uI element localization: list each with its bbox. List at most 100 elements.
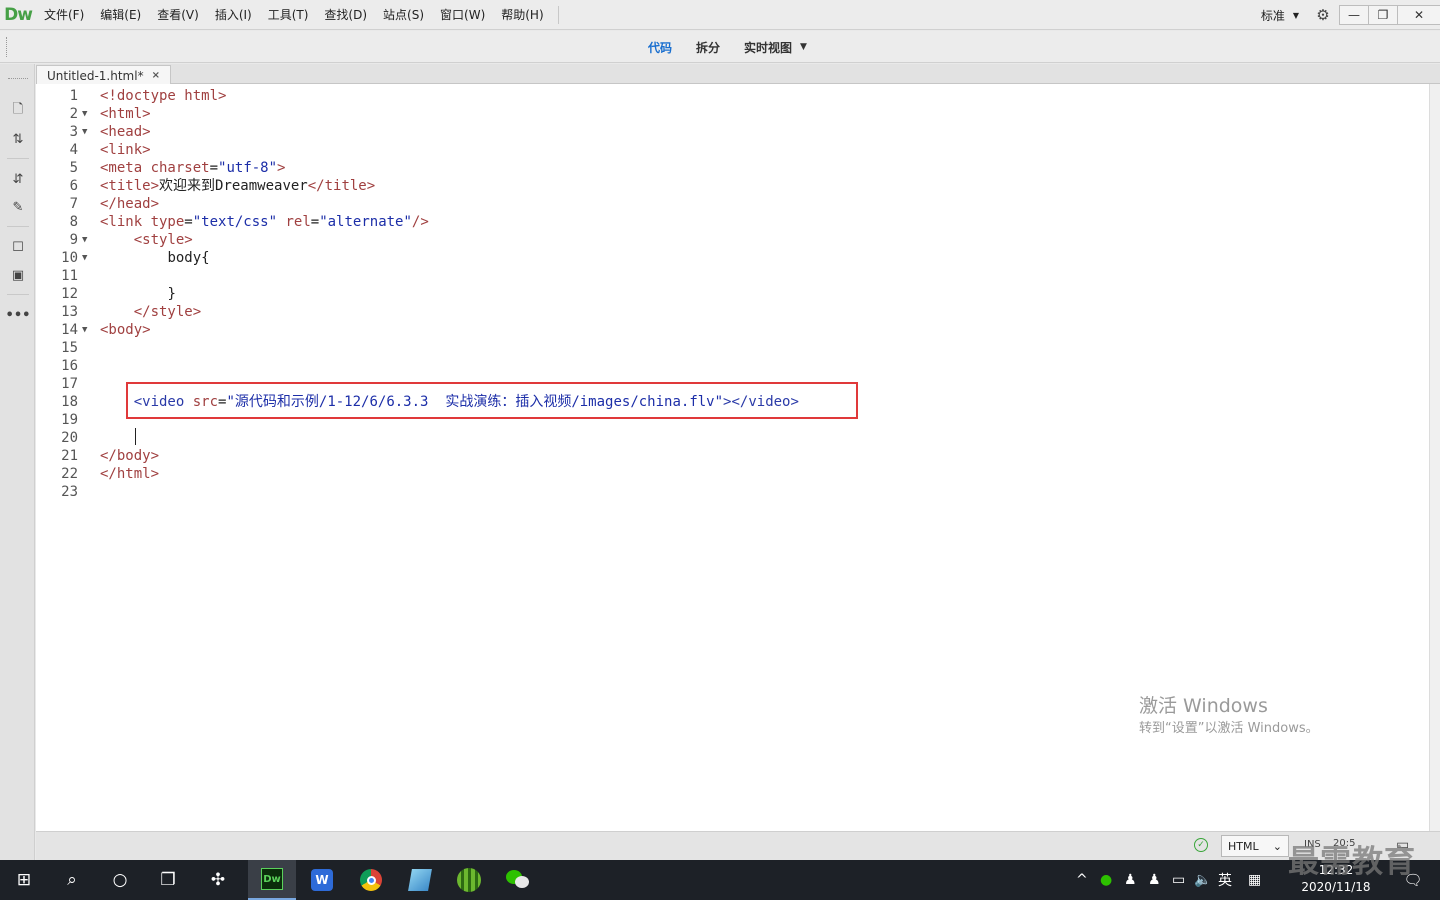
fold-toggle-icon[interactable]: ▼ [82,321,87,339]
code-line[interactable]: 9 ▼ <style> [36,231,1429,249]
menu-help[interactable]: 帮助(H) [493,0,551,30]
code-line[interactable]: 18 <video src="源代码和示例/1-12/6/6.3.3 实战演练：… [36,393,1429,411]
code-line[interactable]: 12 } [36,285,1429,303]
code-line[interactable]: 16 [36,357,1429,375]
code-line[interactable]: 7 </head> [36,195,1429,213]
qq-tray-icon[interactable]: ♟ [1124,860,1137,900]
code-line[interactable]: 5 <meta charset="utf-8"> [36,159,1429,177]
menu-tools[interactable]: 工具(T) [260,0,317,30]
fold-toggle-icon[interactable]: ▼ [82,231,87,249]
menu-right: 标准 ▼ ⚙ — ❐ ✕ [1253,0,1440,30]
code-token-plain: = [184,214,193,230]
remove-comment-icon[interactable]: ▣ [6,264,30,286]
notepad-taskbar-icon[interactable] [396,860,444,900]
menu-view[interactable]: 查看(V) [149,0,207,30]
document-tab[interactable]: Untitled-1.html* × [36,65,171,85]
code-token-tag: <title> [100,178,160,194]
code-line[interactable]: 17 [36,375,1429,393]
menu-find[interactable]: 查找(D) [316,0,375,30]
code-token-tag: </html> [100,466,160,482]
tray-overflow-icon[interactable]: ^ [1076,860,1088,900]
split-view-button[interactable]: 拆分 [684,39,732,56]
line-number: 23 [61,484,78,500]
line-number: 14 [61,322,78,338]
code-line[interactable]: 22 </html> [36,465,1429,483]
code-token-plain: = [310,214,320,230]
line-number: 19 [61,412,78,428]
line-number: 4 [69,142,78,158]
document-type-select[interactable]: HTML ⌄ [1221,835,1289,857]
code-line[interactable]: 2 ▼ <html> [36,105,1429,123]
code-line[interactable]: 20 [36,429,1429,447]
line-number: 3 [69,124,78,140]
code-text: <link> [100,141,151,159]
code-line[interactable]: 8 <link type="text/css" rel="alternate"/> [36,213,1429,231]
minimize-button[interactable]: — [1339,5,1369,25]
vertical-scrollbar[interactable] [1429,84,1440,831]
code-line[interactable]: 11 [36,267,1429,285]
code-text: </html> [100,465,159,483]
chrome-taskbar-icon[interactable] [347,860,395,900]
code-line[interactable]: 19 [36,411,1429,429]
chevron-down-icon[interactable]: ▼ [800,42,807,52]
menu-divider [557,5,559,24]
line-number: 11 [61,268,78,284]
fold-toggle-icon[interactable]: ▼ [82,105,87,123]
wechat-tray-icon[interactable]: ● [1100,860,1112,900]
code-line[interactable]: 15 [36,339,1429,357]
toolbar-grip[interactable] [6,37,8,57]
input-language-indicator[interactable]: 英 [1218,860,1232,900]
code-line[interactable]: 6 <title>欢迎来到Dreamweaver</title> [36,177,1429,195]
close-icon[interactable]: × [152,70,160,81]
code-line[interactable]: 3 ▼ <head> [36,123,1429,141]
cortana-icon[interactable]: ○ [96,860,144,900]
close-button[interactable]: ✕ [1397,5,1440,25]
menu-file[interactable]: 文件(F) [36,0,92,30]
code-line[interactable]: 4 <link> [36,141,1429,159]
task-view-icon[interactable]: ❐ [144,860,192,900]
wechat-taskbar-icon[interactable] [494,860,542,900]
fold-toggle-icon[interactable]: ▼ [82,123,87,141]
code-line[interactable]: 23 [36,483,1429,501]
wps-taskbar-icon[interactable]: W [298,860,346,900]
input-mode-icon[interactable]: ▦ [1248,860,1261,900]
code-line[interactable]: 21 </body> [36,447,1429,465]
dreamweaver-taskbar-icon[interactable]: Dw [248,860,296,900]
code-view-button[interactable]: 代码 [636,39,684,56]
volume-icon[interactable]: 🔈 [1194,860,1211,900]
format-source-icon[interactable]: ✎ [6,196,30,218]
code-text: <html> [100,105,151,123]
menu-edit[interactable]: 编辑(E) [92,0,149,30]
pinwheel-app-icon[interactable]: ✣ [194,860,242,900]
apply-comment-icon[interactable]: ☐ [6,236,30,258]
toolbar-grip[interactable] [8,78,28,80]
search-icon[interactable]: ⌕ [48,860,96,900]
collapse-icon[interactable]: ⇵ [6,168,30,190]
qq-tray-icon-2[interactable]: ♟ [1148,860,1161,900]
windows-start-icon[interactable]: ⊞ [0,860,48,900]
check-icon[interactable]: ✓ [1194,838,1208,852]
melon-app-taskbar-icon[interactable] [445,860,493,900]
live-view-button[interactable]: 实时视图 [732,39,804,56]
menu-insert[interactable]: 插入(I) [207,0,260,30]
code-line[interactable]: 13 </style> [36,303,1429,321]
open-documents-icon[interactable]: 🗋 [6,100,30,122]
file-management-icon[interactable]: ⇅ [6,128,30,150]
code-line[interactable]: 1 <!doctype html> [36,87,1429,105]
fold-toggle-icon[interactable]: ▼ [82,249,87,267]
workspace-switcher[interactable]: 标准 ▼ [1253,7,1307,24]
line-number: 15 [61,340,78,356]
menu-site[interactable]: 站点(S) [375,0,432,30]
restore-button[interactable]: ❐ [1368,5,1398,25]
more-icon[interactable]: ••• [6,304,31,326]
network-icon[interactable]: ▭ [1172,860,1185,900]
menu-window[interactable]: 窗口(W) [432,0,493,30]
wps-icon: W [311,869,333,891]
sync-settings-icon[interactable]: ⚙ [1307,6,1339,24]
code-line[interactable]: 14 ▼ <body> [36,321,1429,339]
code-line[interactable]: 10 ▼ body{ [36,249,1429,267]
